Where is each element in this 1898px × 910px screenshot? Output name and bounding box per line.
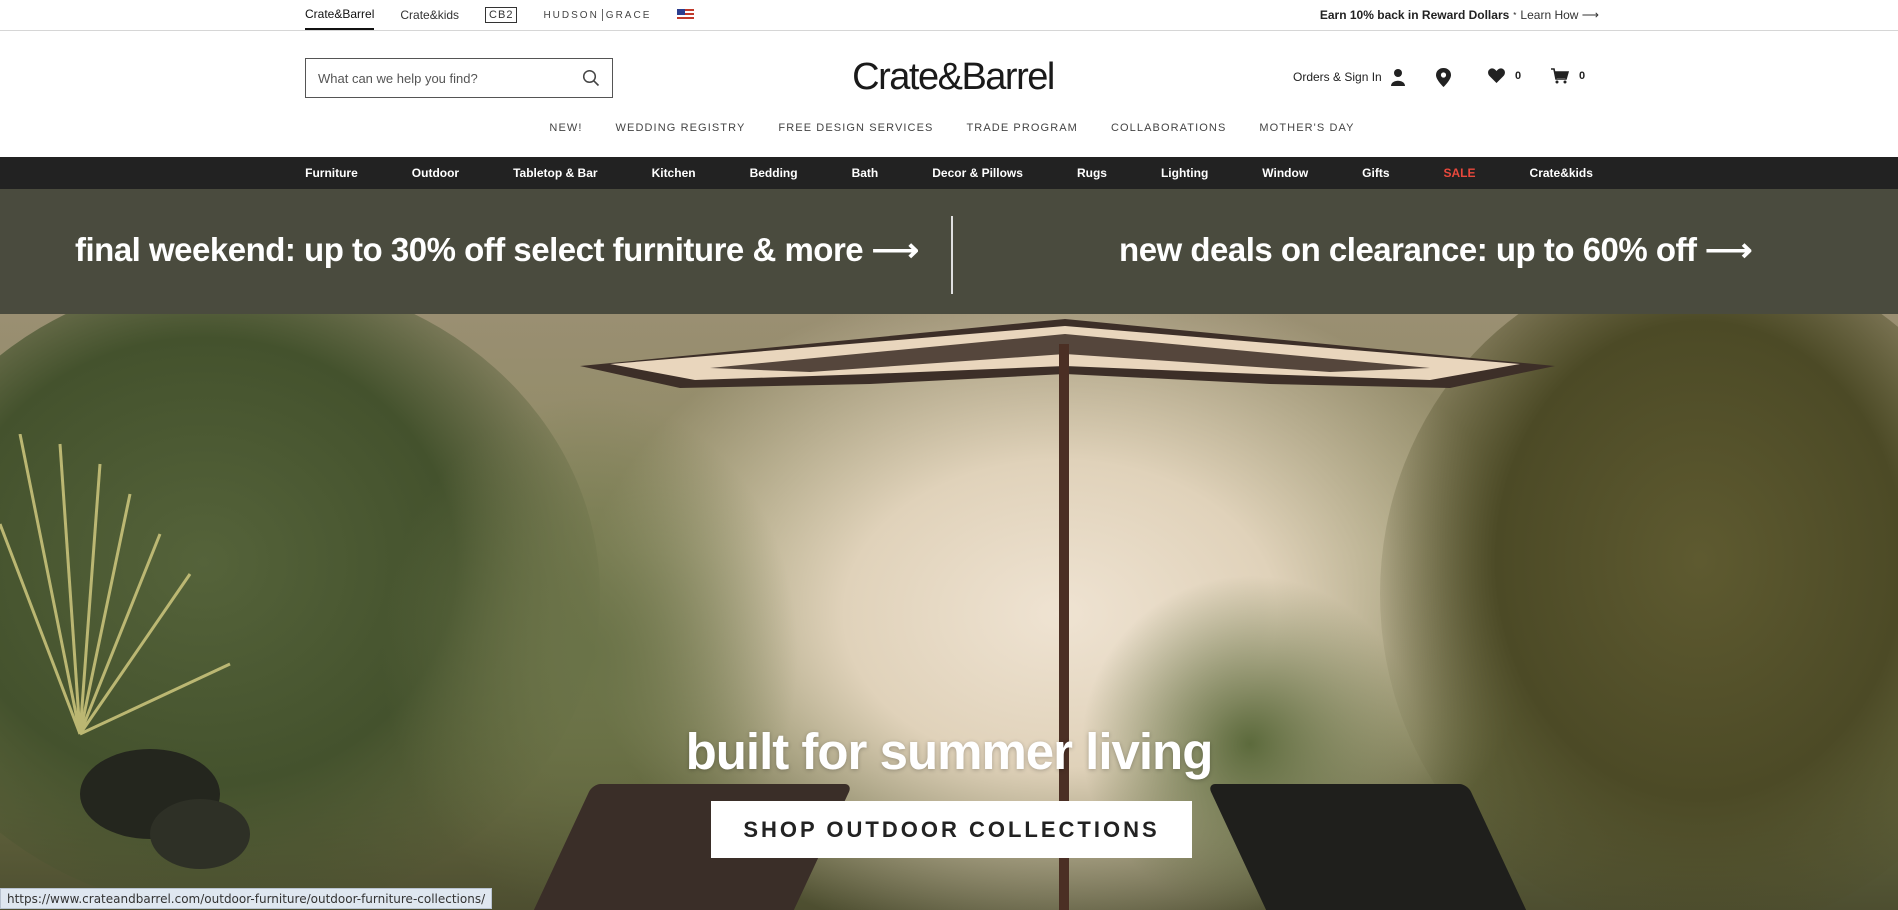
hero-title: built for summer living <box>685 723 1214 780</box>
learn-how-link[interactable]: Learn How ⟶ <box>1520 8 1599 22</box>
favorites-count: 0 <box>1515 69 1522 82</box>
brand-crate-barrel[interactable]: Crate&Barrel <box>305 0 375 30</box>
utility-bar: Crate&Barrel Crate&kids CB2 HUDSON GRACE… <box>0 0 1898 31</box>
brand-hudson-grace[interactable]: HUDSON GRACE <box>543 0 651 30</box>
promo-divider <box>951 216 953 294</box>
cart-count: 0 <box>1579 70 1586 82</box>
orders-signin-label: Orders & Sign In <box>1293 70 1382 84</box>
plant-illustration <box>0 434 250 869</box>
subnav-free-design-services[interactable]: FREE DESIGN SERVICES <box>778 122 933 134</box>
category-window[interactable]: Window <box>1235 166 1335 180</box>
cart-link[interactable]: 0 <box>1551 68 1585 84</box>
reward-text: Earn 10% back in Reward Dollars <box>1319 8 1510 22</box>
hero-banner[interactable]: built for summer living SHOP OUTDOOR COL… <box>0 314 1898 910</box>
subnav-new[interactable]: NEW! <box>549 122 582 134</box>
secondary-nav: NEW! WEDDING REGISTRY FREE DESIGN SERVIC… <box>0 122 1898 134</box>
category-rugs[interactable]: Rugs <box>1050 166 1134 180</box>
us-flag-icon[interactable] <box>677 9 695 21</box>
subnav-mothers-day[interactable]: MOTHER'S DAY <box>1259 122 1354 134</box>
category-gifts[interactable]: Gifts <box>1335 166 1416 180</box>
reward-asterisk: * <box>1513 10 1517 20</box>
brand-crate-kids[interactable]: Crate&kids <box>400 0 459 30</box>
subnav-wedding-registry[interactable]: WEDDING REGISTRY <box>616 122 746 134</box>
account-link[interactable]: Orders & Sign In <box>1293 68 1406 86</box>
status-bar-url: https://www.crateandbarrel.com/outdoor-f… <box>0 888 493 909</box>
category-lighting[interactable]: Lighting <box>1134 166 1235 180</box>
brand-grace-label: GRACE <box>605 9 652 21</box>
reward-promo: Earn 10% back in Reward Dollars * Learn H… <box>1320 0 1599 30</box>
category-outdoor[interactable]: Outdoor <box>385 166 486 180</box>
site-logo[interactable]: Crate&Barrel <box>843 56 1063 99</box>
promo-clearance-link[interactable]: new deals on clearance: up to 60% off ⟶ <box>1119 230 1752 269</box>
promo-banner: final weekend: up to 30% off select furn… <box>0 189 1898 314</box>
location-pin-icon <box>1436 68 1451 87</box>
category-tabletop-bar[interactable]: Tabletop & Bar <box>486 166 624 180</box>
store-locator[interactable] <box>1436 68 1451 87</box>
subnav-trade-program[interactable]: TRADE PROGRAM <box>966 122 1077 134</box>
category-bath[interactable]: Bath <box>825 166 906 180</box>
category-crate-kids[interactable]: Crate&kids <box>1503 166 1620 180</box>
subnav-collaborations[interactable]: COLLABORATIONS <box>1111 122 1226 134</box>
user-icon <box>1390 69 1405 86</box>
brand-divider <box>601 9 603 21</box>
brand-switcher: Crate&Barrel Crate&kids CB2 HUDSON GRACE <box>305 0 695 30</box>
category-sale[interactable]: SALE <box>1417 166 1503 180</box>
promo-furniture-link[interactable]: final weekend: up to 30% off select furn… <box>75 230 919 269</box>
brand-cb2[interactable]: CB2 <box>485 7 518 23</box>
category-decor-pillows[interactable]: Decor & Pillows <box>905 166 1050 180</box>
category-kitchen[interactable]: Kitchen <box>625 166 723 180</box>
search-input[interactable] <box>318 70 568 86</box>
search-icon[interactable] <box>582 69 600 87</box>
favorites-link[interactable]: 0 <box>1488 68 1521 83</box>
category-nav: Furniture Outdoor Tabletop & Bar Kitchen… <box>0 157 1898 189</box>
cart-icon <box>1551 68 1569 84</box>
category-furniture[interactable]: Furniture <box>278 166 385 180</box>
heart-icon <box>1488 68 1505 83</box>
search-box <box>305 58 613 98</box>
category-bedding[interactable]: Bedding <box>723 166 825 180</box>
brand-hudson-label: HUDSON <box>543 9 599 21</box>
shop-outdoor-collections-button[interactable]: SHOP OUTDOOR COLLECTIONS <box>711 801 1192 858</box>
